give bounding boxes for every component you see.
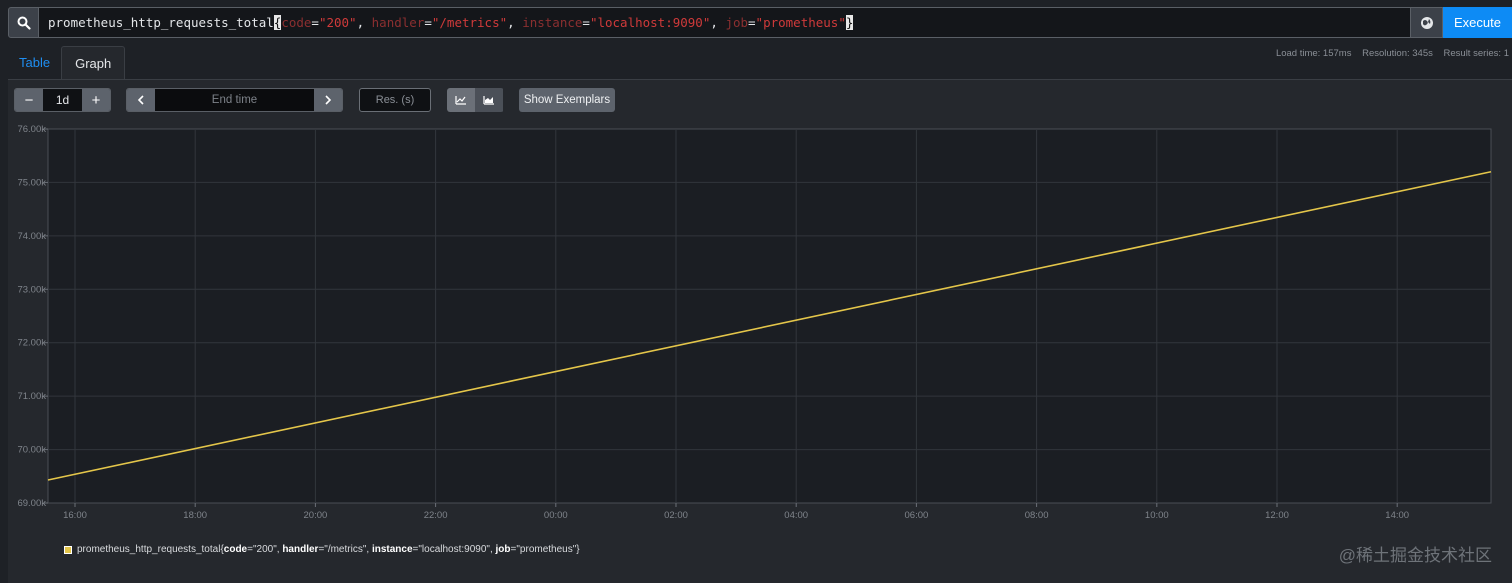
x-tick-label: 20:00 (304, 510, 328, 521)
legend-label-key: code (223, 544, 248, 555)
metrics-explorer-icon[interactable] (1411, 7, 1443, 38)
query-label-name: code (281, 15, 312, 30)
time-series-chart: 69.00k 70.00k 71.00k 72.00k 73.00k 74.00k 75.0… (17, 124, 1492, 521)
watermark: @稀土掘金技术社区 (1338, 546, 1492, 565)
end-time-control: End time (126, 88, 343, 112)
legend-swatch (64, 545, 72, 554)
x-tick-label: 22:00 (424, 510, 448, 521)
query-label-value: "200" (318, 15, 357, 30)
search-icon[interactable] (8, 7, 39, 38)
end-time-back-button[interactable] (127, 89, 155, 111)
x-tick-label: 18:00 (183, 510, 207, 521)
expression-input[interactable]: prometheus_http_requests_total{code="200… (39, 7, 1411, 38)
y-tick-label: 71.00k (17, 391, 46, 402)
range-increase-button[interactable]: + (82, 89, 110, 111)
x-tick-label: 16:00 (63, 510, 87, 521)
legend-label-key: instance (371, 544, 413, 555)
show-exemplars-button[interactable]: Show Exemplars (519, 88, 615, 112)
range-control: − 1d + (14, 88, 111, 112)
y-tick-label: 69.00k (17, 498, 46, 509)
result-series-stat: Result series: 1 (1443, 48, 1509, 59)
query-bar: prometheus_http_requests_total{code="200… (8, 7, 1512, 38)
x-tick-label: 14:00 (1385, 510, 1409, 521)
tab-table[interactable]: Table (8, 46, 61, 80)
tab-graph[interactable]: Graph (61, 46, 126, 80)
query-label-name: job (725, 15, 749, 30)
y-tick-label: 70.00k (17, 445, 46, 456)
resolution-input[interactable]: Res. (s) (359, 88, 431, 112)
legend-label-value: ="localhost:9090" (412, 544, 490, 555)
x-tick-label: 08:00 (1025, 510, 1049, 521)
line-chart-icon (455, 96, 466, 105)
query-label-value: "prometheus" (755, 15, 846, 30)
legend-metric: prometheus_http_requests_total (77, 544, 221, 555)
query-label-value: "/metrics" (431, 15, 508, 30)
execute-button[interactable]: Execute (1443, 7, 1512, 38)
query-label-name: handler (371, 15, 425, 30)
graph-mode-toggle (447, 88, 504, 112)
x-tick-label: 12:00 (1265, 510, 1289, 521)
x-tick-label: 04:00 (784, 510, 808, 521)
line-chart-button[interactable] (447, 88, 475, 112)
x-tick-label: 06:00 (905, 510, 929, 521)
chevron-left-icon (137, 95, 144, 105)
area-chart-icon (483, 96, 494, 105)
x-tick-label: 02:00 (664, 510, 688, 521)
range-decrease-button[interactable]: − (15, 89, 43, 111)
query-metric: prometheus_http_requests_total (48, 15, 274, 30)
y-tick-label: 74.00k (17, 231, 46, 242)
end-time-input[interactable]: End time (155, 89, 314, 111)
query-label-value: "localhost:9090" (589, 15, 711, 30)
y-tick-label: 72.00k (17, 338, 46, 349)
query-label-name: instance (522, 15, 583, 30)
legend-label-value: ="200" (247, 544, 277, 555)
y-tick-label: 76.00k (17, 124, 46, 135)
query-stats: Load time: 157ms Resolution: 345s Result… (1268, 48, 1509, 59)
view-tabs: Table Graph (8, 46, 126, 80)
series-legend[interactable]: prometheus_http_requests_total{code ="200… (64, 544, 580, 555)
load-time: Load time: 157ms (1275, 48, 1352, 59)
legend-label-value: ="/metrics" (318, 544, 367, 555)
y-tick-label: 73.00k (17, 284, 46, 295)
x-tick-label: 10:00 (1145, 510, 1169, 521)
query-close-brace: } (845, 15, 854, 30)
stacked-chart-button[interactable] (475, 88, 503, 112)
y-tick-label: 75.00k (17, 177, 46, 188)
resolution-stat: Resolution: 345s (1362, 48, 1433, 59)
legend-label-key: handler (282, 544, 319, 555)
legend-label-key: job (495, 544, 511, 555)
plot-area (47, 128, 1492, 504)
end-time-forward-button[interactable] (314, 89, 342, 111)
x-tick-label: 00:00 (544, 510, 568, 521)
range-input[interactable]: 1d (43, 89, 82, 111)
legend-label-value: ="prometheus" (510, 544, 577, 555)
chevron-right-icon (325, 95, 332, 105)
